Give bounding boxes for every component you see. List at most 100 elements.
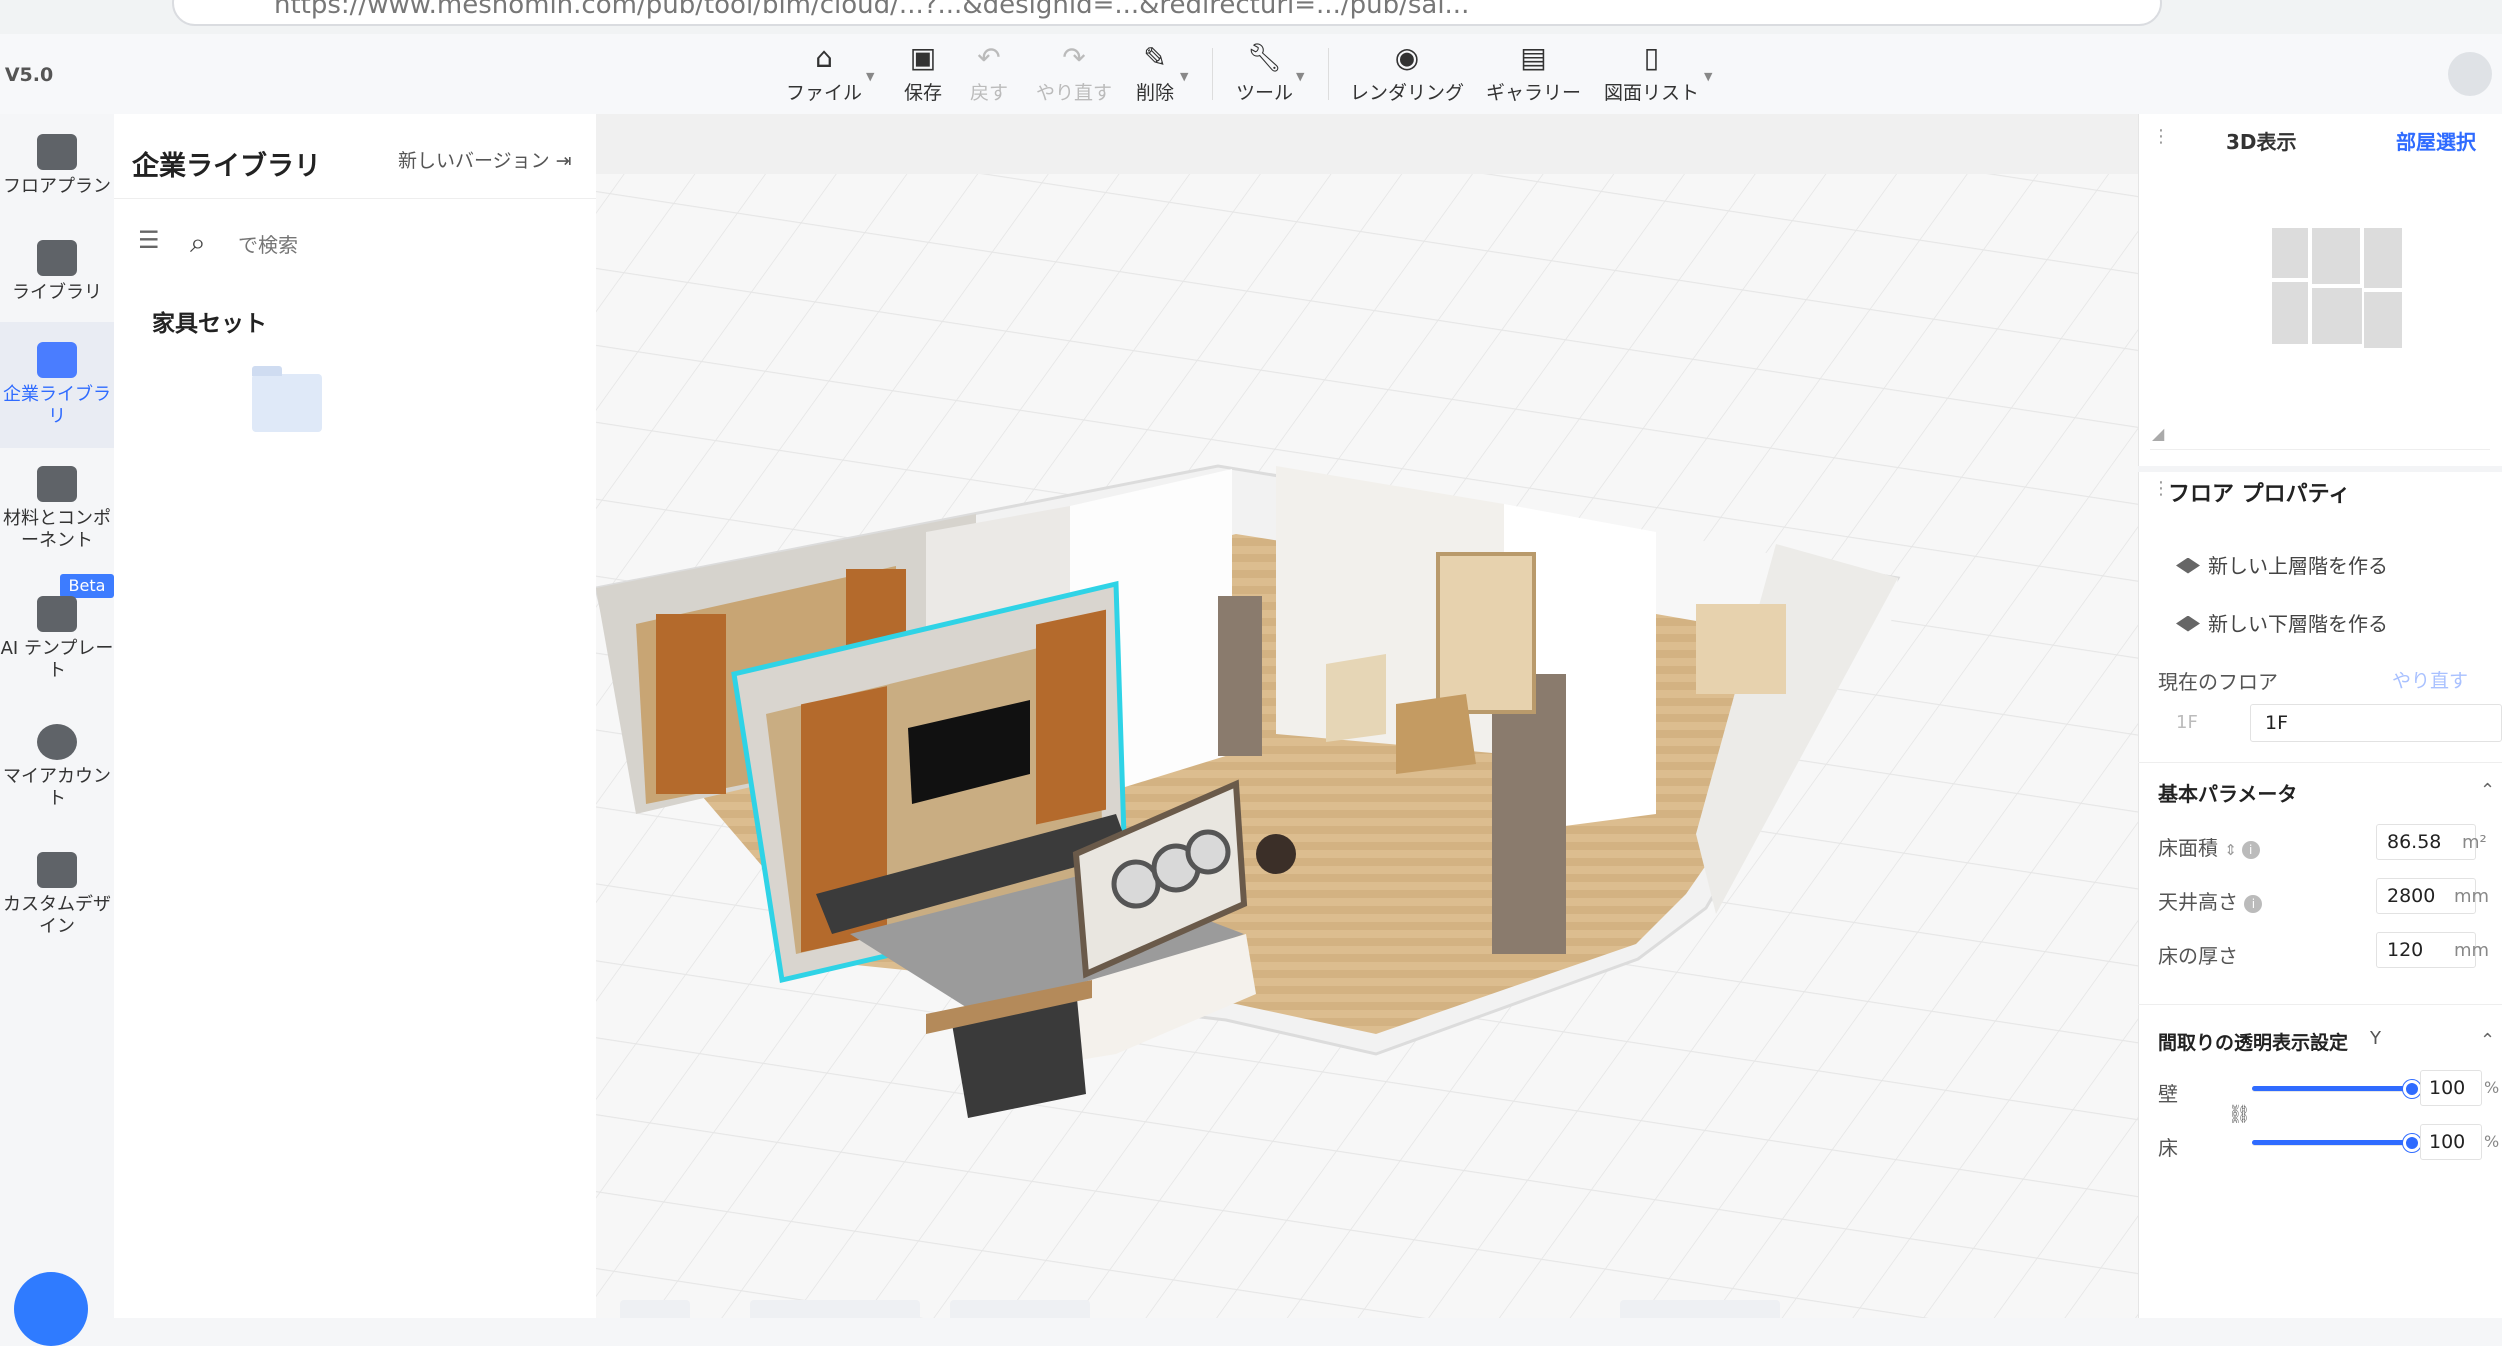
image-icon: ▤ xyxy=(1520,41,1547,74)
search-input[interactable] xyxy=(238,228,558,262)
toolbar-divider xyxy=(1328,48,1329,100)
layers-add-icon xyxy=(2176,615,2200,632)
material-icon xyxy=(37,466,77,502)
minimap-room xyxy=(2312,228,2360,284)
undo-button[interactable]: ↶ 戻す xyxy=(970,42,1008,105)
divider xyxy=(2138,1004,2502,1005)
wall-transparency-input[interactable]: 100 xyxy=(2420,1070,2482,1106)
rail-item-custom-design[interactable]: カスタムデザ イン xyxy=(0,852,114,948)
percent-label: % xyxy=(2484,1132,2500,1151)
library-title: 企業ライブラリ xyxy=(132,151,321,182)
user-icon xyxy=(37,724,77,760)
floor-slider[interactable] xyxy=(2252,1134,2421,1152)
section-title: 家具セット xyxy=(152,311,267,337)
floor-label: 床 xyxy=(2158,1136,2178,1160)
floor-select[interactable]: 1F xyxy=(2250,704,2502,742)
library-panel xyxy=(114,114,596,1318)
hotkey-label: Y xyxy=(2370,1028,2381,1049)
chevron-up-icon[interactable]: ⌃ xyxy=(2480,1030,2495,1051)
divider xyxy=(2138,466,2502,472)
save-button[interactable]: ▣ 保存 xyxy=(904,42,942,105)
current-floor-label: 現在のフロア xyxy=(2158,670,2278,694)
resize-handle-icon[interactable]: ◢ xyxy=(2152,424,2164,443)
floor-area-input[interactable]: 86.58 xyxy=(2376,824,2476,860)
delete-button[interactable]: ✎ 削除 ▼ xyxy=(1136,41,1188,105)
minimap-room xyxy=(2312,288,2362,344)
rail-item-ai-template[interactable]: AI テンプレー ト xyxy=(0,596,114,692)
rail-item-my-account[interactable]: マイアカウン ト xyxy=(0,724,114,820)
ceiling-height-label: 天井高さ i xyxy=(2158,886,2263,915)
minimap-room xyxy=(2272,228,2308,278)
transparency-title: 間取りの透明表示設定 xyxy=(2158,1032,2349,1054)
wall-slider-fill xyxy=(2252,1086,2412,1091)
version-label: V5.0 xyxy=(4,64,54,86)
camera-icon: ◉ xyxy=(1394,41,1420,74)
sort-icon: ⇕ xyxy=(2224,841,2242,859)
chevron-up-icon[interactable]: ⌃ xyxy=(2480,780,2495,801)
info-icon: i xyxy=(2241,840,2260,859)
info-icon: i xyxy=(2244,894,2263,913)
rail-item-materials[interactable]: 材料とコンポ ーネント xyxy=(0,466,114,562)
redo-link[interactable]: やり直す xyxy=(2392,666,2468,693)
beta-badge: Beta xyxy=(60,574,114,598)
tab-room-select[interactable]: 部屋選択 xyxy=(2396,126,2476,155)
minimap-room xyxy=(2364,292,2402,348)
ai-template-icon xyxy=(37,596,77,632)
floor-disabled-select: 1F xyxy=(2176,712,2198,733)
bottom-tab[interactable] xyxy=(620,1300,690,1318)
minimap[interactable]: ◢ xyxy=(2150,160,2490,450)
unit-label: mm xyxy=(2454,886,2490,907)
new-lower-floor-button[interactable]: 新しい下層階を作る xyxy=(2176,608,2388,637)
floating-help-button[interactable] xyxy=(14,1272,88,1346)
rendering-button[interactable]: ◉ レンダリング xyxy=(1350,42,1464,105)
wall-slider-knob[interactable] xyxy=(2403,1080,2421,1098)
basic-params-title: 基本パラメータ xyxy=(2158,782,2298,806)
rail-item-enterprise-library[interactable]: 企業ライブラ リ xyxy=(0,322,114,448)
floor-properties-title: フロア プロパティ xyxy=(2168,482,2351,507)
floor-plan-render xyxy=(596,114,2138,1318)
exit-icon: ⇥ xyxy=(555,150,572,172)
tools-button[interactable]: 🔧︎ ツール ▼ xyxy=(1236,41,1304,105)
chevron-down-icon: ▼ xyxy=(866,70,875,83)
minimap-room xyxy=(2364,228,2402,288)
eraser-icon: ✎ xyxy=(1143,41,1167,74)
drag-handle-icon[interactable]: ⋮ xyxy=(2152,126,2170,147)
avatar[interactable] xyxy=(2448,52,2492,96)
divider xyxy=(114,198,596,199)
unit-label: m² xyxy=(2462,832,2487,853)
3d-canvas[interactable] xyxy=(596,114,2138,1318)
folder-icon[interactable] xyxy=(252,366,322,432)
new-version-link[interactable]: 新しいバージョン ⇥ xyxy=(398,146,572,173)
address-bar[interactable]: https://www.meshomin.com/pub/tool/bim/cl… xyxy=(172,0,2162,26)
gallery-button[interactable]: ▤ ギャラリー xyxy=(1486,42,1581,105)
bottom-tab[interactable] xyxy=(750,1300,920,1318)
chevron-down-icon: ▼ xyxy=(1296,70,1305,83)
sofa-icon xyxy=(37,240,77,276)
search-icon: ⌕ xyxy=(190,226,206,259)
list-icon[interactable]: ☰ xyxy=(138,226,160,254)
percent-label: % xyxy=(2484,1078,2500,1097)
custom-design-icon xyxy=(37,852,77,888)
browser-bar: https://www.meshomin.com/pub/tool/bim/cl… xyxy=(0,0,2502,34)
floor-area-label: 床面積 ⇕ i xyxy=(2158,832,2260,861)
wall-slider[interactable] xyxy=(2252,1080,2421,1098)
drawing-list-button[interactable]: ▯ 図面リスト ▼ xyxy=(1604,41,1712,105)
floor-transparency-input[interactable]: 100 xyxy=(2420,1124,2482,1160)
minimap-room xyxy=(2272,282,2308,344)
file-button[interactable]: ⌂ ファイル ▼ xyxy=(786,42,874,105)
tab-3d-view[interactable]: 3D表示 xyxy=(2226,126,2297,155)
redo-button[interactable]: ↷ やり直す xyxy=(1036,42,1112,105)
rail-item-floorplan[interactable]: フロアプラン xyxy=(0,134,114,208)
link-icon[interactable]: ⛓︎ xyxy=(2228,1104,2251,1125)
rail-item-library[interactable]: ライブラリ xyxy=(0,240,114,314)
wrench-icon: 🔧︎ xyxy=(1246,41,1283,74)
wall-label: 壁 xyxy=(2158,1082,2178,1106)
bottom-tab[interactable] xyxy=(950,1300,1090,1318)
bottom-tab[interactable] xyxy=(1620,1300,1780,1318)
floor-slider-knob[interactable] xyxy=(2403,1134,2421,1152)
new-upper-floor-button[interactable]: 新しい上層階を作る xyxy=(2176,550,2388,579)
unit-label: mm xyxy=(2454,940,2490,961)
save-icon: ▣ xyxy=(909,41,937,74)
document-icon: ▯ xyxy=(1643,41,1660,74)
chevron-down-icon: ▼ xyxy=(1704,70,1713,83)
